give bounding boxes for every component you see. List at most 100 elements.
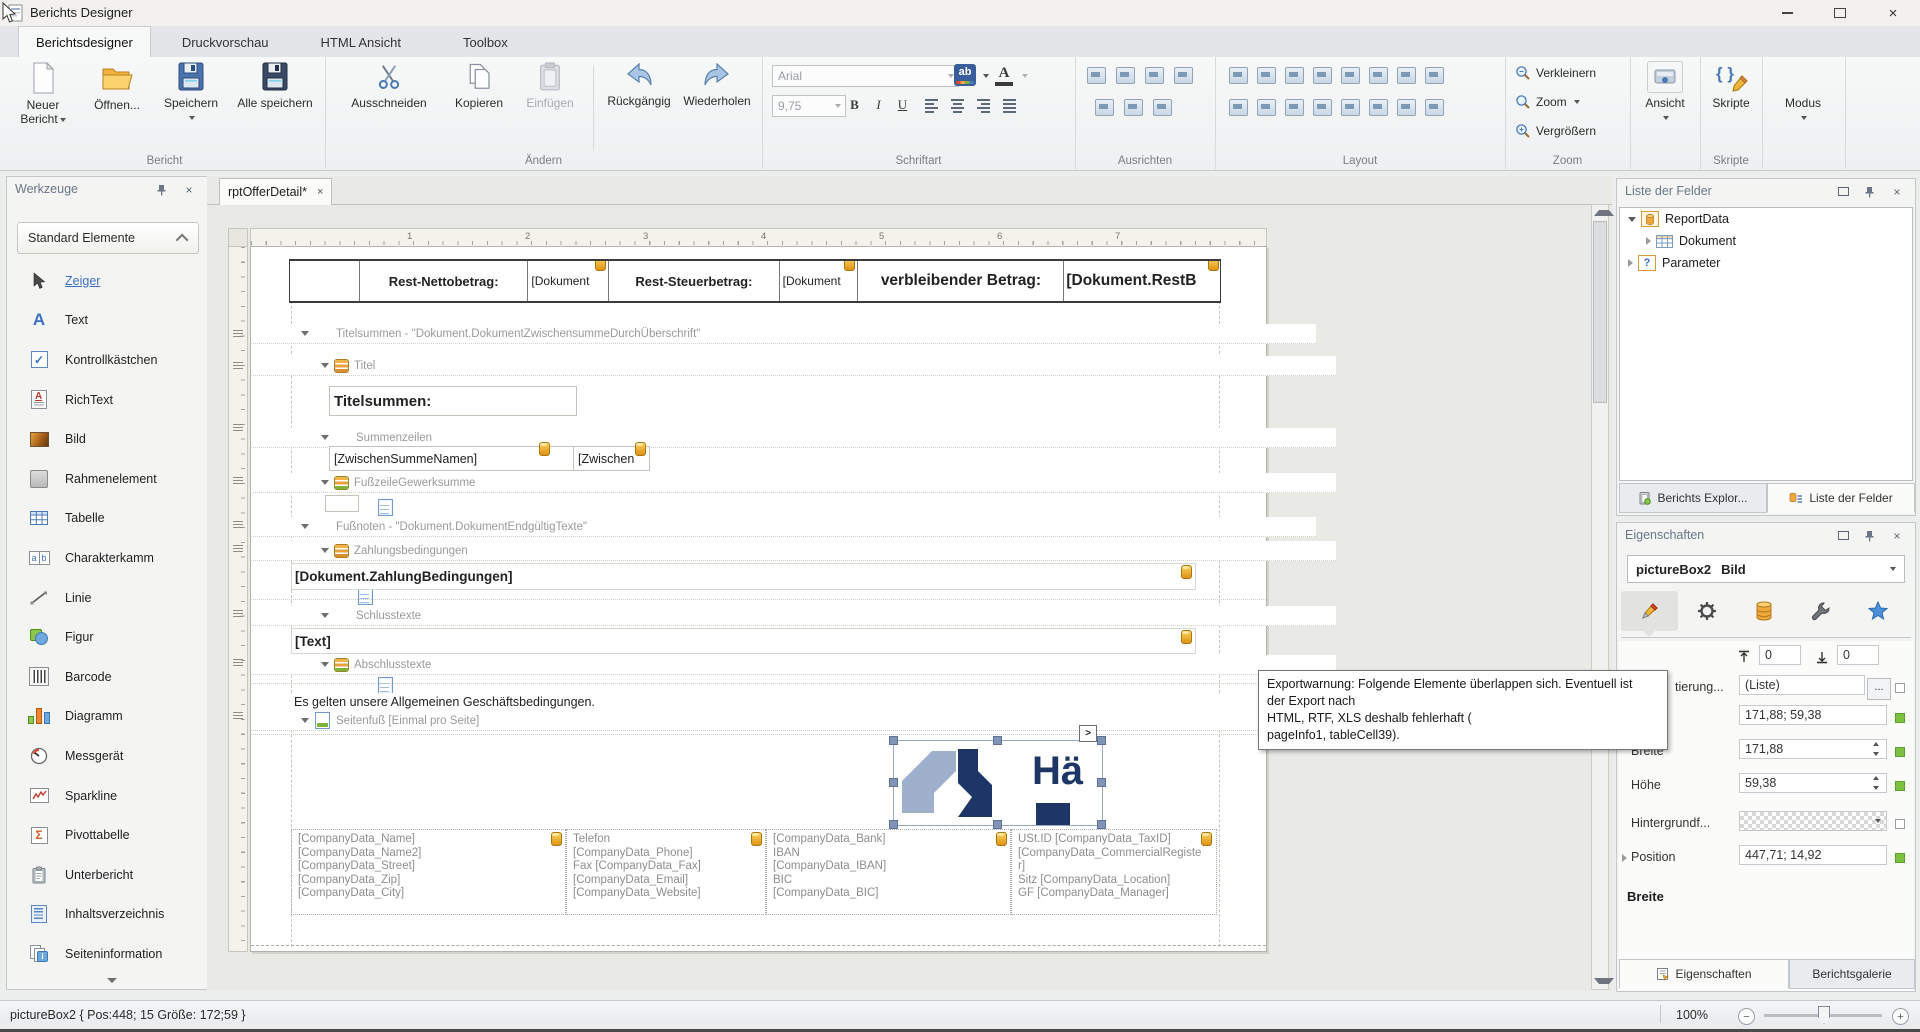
mode-button[interactable]: Modus [1770,93,1836,124]
view-button[interactable]: Ansicht [1634,61,1696,124]
collapse-arrow-icon[interactable] [321,662,329,667]
text-highlight-button[interactable]: ab [954,64,976,86]
tab-eigenschaften[interactable]: Eigenschaften [1619,959,1789,989]
font-color-dropdown-icon[interactable] [1022,74,1028,78]
pin-icon[interactable] [1861,184,1877,199]
size-value[interactable]: 171,88; 59,38 [1739,705,1887,725]
open-button[interactable]: Öffnen... [82,61,152,112]
same-width-icon[interactable] [1257,67,1276,84]
equal-h-spacing-icon[interactable] [1341,67,1360,84]
increase-v-spacing-icon[interactable] [1257,99,1276,116]
table-cell-empty[interactable] [290,261,359,301]
toolbox-group-header[interactable]: Standard Elemente [17,222,199,254]
collapse-arrow-icon[interactable] [321,548,329,553]
scroll-down-icon[interactable] [107,978,117,983]
bold-button[interactable]: B [844,95,865,115]
band-grip[interactable] [233,330,243,337]
expand-icon[interactable] [1628,259,1633,267]
tool-linie[interactable]: Linie [7,578,207,618]
maximize-icon[interactable] [1835,528,1851,543]
redo-button[interactable]: Wiederholen [677,61,757,108]
canvas-vertical-scrollbar[interactable] [1591,204,1609,990]
band-abschlusstexte[interactable]: Abschlusstexte [251,655,1336,675]
selection-handle[interactable] [993,820,1002,829]
tool-barcode[interactable]: Barcode [7,657,207,697]
send-to-back-icon[interactable] [1425,99,1444,116]
collapse-arrow-icon[interactable] [321,363,329,368]
minimize-button[interactable] [1762,0,1812,26]
selection-handle[interactable] [1097,820,1106,829]
tab-data[interactable] [1735,591,1792,631]
collapse-arrow-icon[interactable] [301,524,309,529]
pin-icon[interactable] [1861,528,1877,543]
align-right-icon[interactable] [974,97,994,115]
maximize-button[interactable] [1815,0,1865,26]
table-cell-verbleibend-label[interactable]: verbleibender Betrag: [857,261,1063,301]
tree-item-parameter[interactable]: ? Parameter [1620,252,1912,274]
band-zahlungsbedingungen[interactable]: Zahlungsbedingungen [251,541,1336,561]
italic-button[interactable]: I [868,95,889,115]
band-grip[interactable] [233,610,243,617]
undo-button[interactable]: Rückgängig [601,61,677,108]
band-fussnoten[interactable]: Fußnoten - "Dokument.DokumentEndgültigTe… [251,517,1316,537]
decrease-h-spacing-icon[interactable] [1397,67,1416,84]
tree-item-dokument[interactable]: Dokument [1620,230,1912,252]
tab-design[interactable] [1792,591,1849,631]
band-grip[interactable] [233,712,243,719]
field-empty-cell[interactable] [325,495,359,512]
table-cell-rest-netto-field[interactable]: [Dokument [527,261,608,301]
font-color-button[interactable]: A [994,64,1014,86]
tool-seiteninformation[interactable]: i Seiteninformation [7,934,207,974]
tree-item-reportdata[interactable]: ReportData [1620,208,1912,230]
align-centers-icon[interactable] [1145,67,1164,84]
formatting-rules-value[interactable]: (Liste) [1739,675,1865,695]
scroll-up-icon[interactable] [1594,210,1614,216]
collapse-arrow-icon[interactable] [321,480,329,485]
close-button[interactable]: × [1868,0,1918,26]
selection-handle[interactable] [1097,736,1106,745]
tab-druckvorschau[interactable]: Druckvorschau [165,27,286,57]
tool-text[interactable]: A Text [7,301,207,341]
width-value[interactable]: 171,88 [1739,739,1887,759]
fit-to-container-icon[interactable] [1229,67,1248,84]
tab-berichtsgalerie[interactable]: Berichtsgalerie [1789,959,1915,989]
band-titel[interactable]: Titel [251,356,1336,376]
tool-pivottabelle[interactable]: Σ Pivottabelle [7,815,207,855]
scroll-down-icon[interactable] [1594,978,1614,984]
zoom-out-button[interactable]: − [1738,1008,1755,1025]
expand-icon[interactable] [1646,237,1651,245]
table-cell-rest-steuer-label[interactable]: Rest-Steuerbetrag: [608,261,778,301]
zoom-slider-thumb[interactable] [1818,1006,1830,1024]
background-row[interactable]: Hintergrundf... [1619,811,1913,837]
tool-figur[interactable]: Figur [7,617,207,657]
field-agb[interactable]: Es gelten unsere Allgemeinen Geschäftsbe… [291,693,1224,712]
tab-toolbox[interactable]: Toolbox [446,27,525,57]
band-schlusstexte[interactable]: Schlusstexte [251,606,1336,626]
snap-to-grid-icon[interactable] [1087,67,1106,84]
field-titelsummen-caption[interactable]: Titelsummen: [329,386,577,416]
selection-handle[interactable] [889,736,898,745]
tool-rahmenelement[interactable]: Rahmenelement [7,459,207,499]
table-cell-verbleibend-field[interactable]: [Dokument.RestB [1063,261,1220,301]
company-column-legal[interactable]: USt.ID [CompanyData_TaxID][CompanyData_C… [1011,829,1217,915]
zoom-in-button[interactable]: + [1892,1008,1909,1025]
save-button[interactable]: Speichern [156,61,226,124]
band-titelsummen[interactable]: Titelsummen - "Dokument.DokumentZwischen… [251,324,1316,344]
align-justify-icon[interactable] [1000,97,1020,115]
scrollbar-thumb[interactable] [1593,221,1607,403]
ellipsis-button[interactable]: ... [1867,678,1891,700]
tab-favorites[interactable] [1849,591,1906,631]
band-grip[interactable] [233,362,243,369]
spinner-control[interactable] [1873,776,1884,790]
summary-table[interactable]: Rest-Nettobetrag: [Dokument Rest-Steuerb… [289,259,1221,303]
tool-sparkline[interactable]: Sparkline [7,776,207,816]
center-horizontally-icon[interactable] [1341,99,1360,116]
underline-button[interactable]: U [892,95,913,115]
tool-zeiger[interactable]: Zeiger [7,261,207,301]
picture-box[interactable]: Hä [893,740,1103,826]
tool-richtext[interactable]: A RichText [7,380,207,420]
document-tab[interactable]: rptOfferDetail* × [219,178,332,205]
position-value[interactable]: 447,71; 14,92 [1739,845,1887,865]
zoom-out-button[interactable]: Verkleinern [1515,63,1596,82]
object-selector-combo[interactable]: pictureBox2 Bild [1627,555,1905,583]
